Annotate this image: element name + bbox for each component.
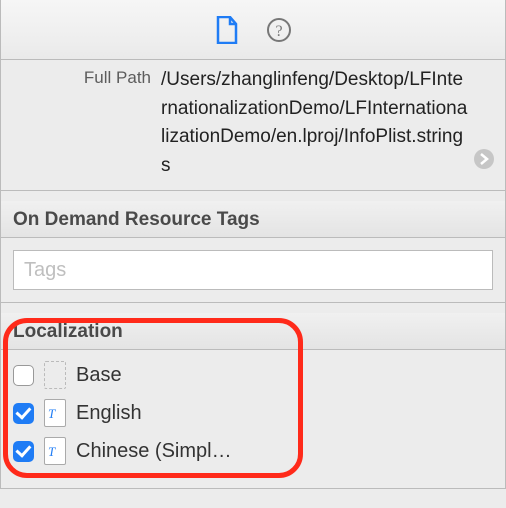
checkbox-chinese[interactable] <box>13 441 34 462</box>
svg-text:?: ? <box>275 23 282 40</box>
checkbox-english[interactable] <box>13 403 34 424</box>
localization-label: Base <box>76 364 122 387</box>
strings-file-icon <box>44 437 66 465</box>
localization-label: Chinese (Simpl… <box>76 440 232 463</box>
inspector-tab-bar: ? <box>0 0 506 60</box>
full-path-value: /Users/zhanglinfeng/Desktop/LFInternatio… <box>161 66 469 180</box>
tags-input[interactable] <box>13 250 493 290</box>
localization-row-english[interactable]: English <box>13 394 493 432</box>
localization-header: Localization <box>0 313 506 350</box>
checkbox-base[interactable] <box>13 365 34 386</box>
identity-section: Full Path /Users/zhanglinfeng/Desktop/LF… <box>0 60 506 191</box>
full-path-label: Full Path <box>11 66 161 180</box>
localization-row-chinese[interactable]: Chinese (Simpl… <box>13 432 493 470</box>
on-demand-tags-body <box>0 238 506 303</box>
localization-row-base[interactable]: Base <box>13 356 493 394</box>
localization-body: Base English Chinese (Simpl… <box>0 350 506 489</box>
file-icon-placeholder <box>44 361 66 389</box>
quick-help-tab[interactable]: ? <box>263 14 295 46</box>
file-inspector-tab[interactable] <box>211 14 243 46</box>
strings-file-icon <box>44 399 66 427</box>
on-demand-tags-header: On Demand Resource Tags <box>0 201 506 238</box>
reveal-in-finder-icon[interactable] <box>473 148 495 176</box>
localization-label: English <box>76 402 142 425</box>
